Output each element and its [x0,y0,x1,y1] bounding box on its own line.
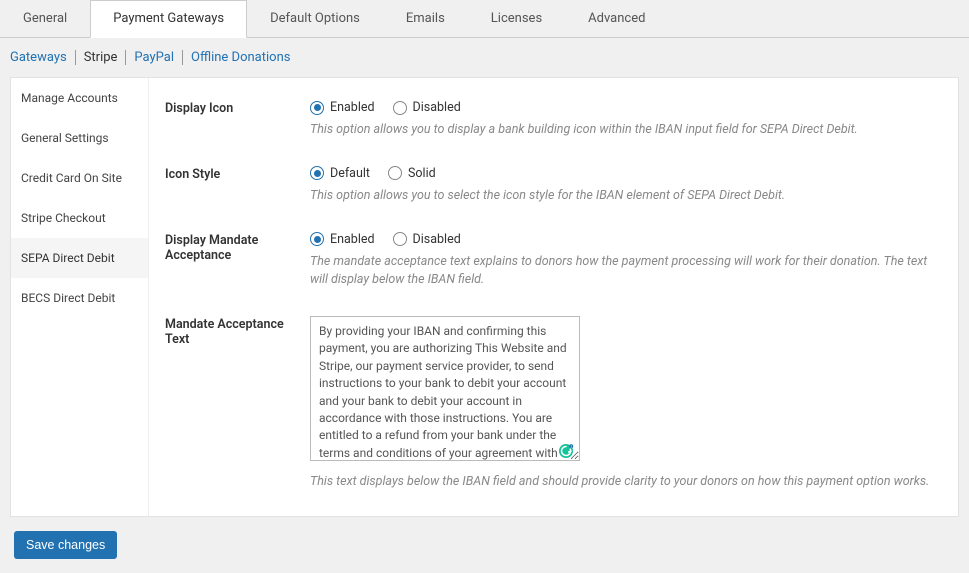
sidenav-manage-accounts[interactable]: Manage Accounts [11,78,148,118]
main-tabs: General Payment Gateways Default Options… [0,0,969,38]
save-row: Save changes [0,517,969,573]
radio-selected-icon [310,166,324,180]
radio-unselected-icon [393,232,407,246]
radio-display-icon-disabled[interactable]: Disabled [393,100,461,115]
settings-panel: Manage Accounts General Settings Credit … [10,77,959,517]
row-mandate-text: Mandate Acceptance Text 1 This text disp… [165,316,942,492]
radio-selected-icon [310,232,324,246]
tab-advanced[interactable]: Advanced [565,0,668,37]
desc-mandate-text: This text displays below the IBAN field … [310,473,942,492]
label-display-icon: Display Icon [165,100,310,116]
radio-icon-style-solid[interactable]: Solid [388,166,436,181]
subtab-stripe[interactable]: Stripe [76,50,127,65]
radio-display-mandate-enabled[interactable]: Enabled [310,232,375,247]
tab-emails[interactable]: Emails [383,0,468,37]
side-nav: Manage Accounts General Settings Credit … [11,78,149,516]
mandate-text-input[interactable] [310,316,580,461]
radio-display-mandate-disabled[interactable]: Disabled [393,232,461,247]
desc-display-mandate: The mandate acceptance text explains to … [310,253,942,291]
radio-label: Disabled [413,100,461,115]
form-area: Display Icon Enabled Disabled This optio… [149,78,958,516]
sidenav-sepa-dd[interactable]: SEPA Direct Debit [11,238,148,278]
row-display-icon: Display Icon Enabled Disabled This optio… [165,100,942,140]
radio-label: Enabled [330,232,375,247]
label-mandate-text: Mandate Acceptance Text [165,316,310,347]
tab-payment-gateways[interactable]: Payment Gateways [90,0,247,38]
tab-default-options[interactable]: Default Options [247,0,383,37]
desc-icon-style: This option allows you to select the ico… [310,187,942,206]
row-icon-style: Icon Style Default Solid This option all… [165,166,942,206]
radio-display-icon-enabled[interactable]: Enabled [310,100,375,115]
radio-label: Enabled [330,100,375,115]
subtab-offline[interactable]: Offline Donations [183,50,298,65]
subtab-gateways[interactable]: Gateways [10,50,76,65]
sidenav-cc-on-site[interactable]: Credit Card On Site [11,158,148,198]
sidenav-becs-dd[interactable]: BECS Direct Debit [11,278,148,318]
sub-tabs: Gateways Stripe PayPal Offline Donations [0,38,969,65]
radio-label: Solid [408,166,436,181]
radio-unselected-icon [393,101,407,115]
radio-icon-style-default[interactable]: Default [310,166,370,181]
subtab-paypal[interactable]: PayPal [126,50,183,65]
radio-label: Default [330,166,370,181]
row-display-mandate: Display Mandate Acceptance Enabled Disab… [165,232,942,291]
tab-general[interactable]: General [0,0,90,37]
save-button[interactable]: Save changes [14,531,117,559]
sidenav-general-settings[interactable]: General Settings [11,118,148,158]
radio-unselected-icon [388,166,402,180]
sidenav-stripe-checkout[interactable]: Stripe Checkout [11,198,148,238]
label-icon-style: Icon Style [165,166,310,182]
radio-label: Disabled [413,232,461,247]
desc-display-icon: This option allows you to display a bank… [310,121,942,140]
radio-selected-icon [310,101,324,115]
tab-licenses[interactable]: Licenses [468,0,565,37]
label-display-mandate: Display Mandate Acceptance [165,232,310,263]
